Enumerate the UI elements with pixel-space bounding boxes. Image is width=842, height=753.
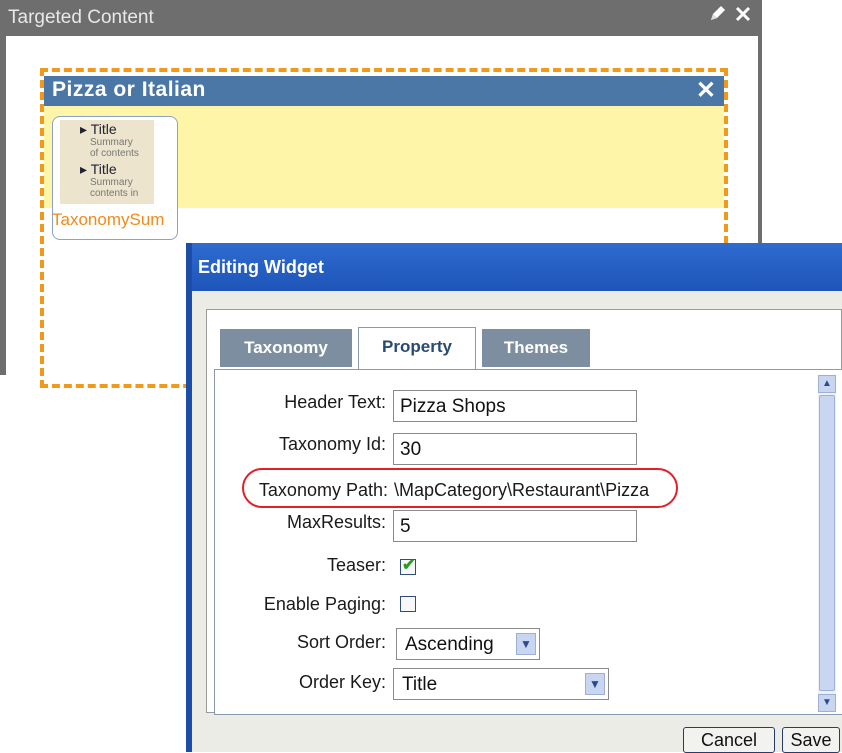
edit-icon[interactable] bbox=[708, 0, 728, 36]
header-text-field[interactable]: Pizza Shops bbox=[393, 390, 637, 422]
sort-order-value: Ascending bbox=[405, 634, 494, 655]
vertical-scrollbar[interactable]: ▲ ▼ bbox=[818, 375, 836, 712]
scroll-down-icon[interactable]: ▼ bbox=[818, 694, 836, 712]
widget-title: Pizza or Italian bbox=[52, 78, 206, 101]
taxonomy-path-highlight bbox=[242, 468, 678, 508]
max-results-field[interactable]: 5 bbox=[393, 510, 637, 542]
thumbnail-label: TaxonomySum bbox=[52, 210, 165, 229]
sort-order-select[interactable]: Ascending ▼ bbox=[396, 628, 540, 660]
save-button[interactable]: Save bbox=[782, 727, 840, 753]
header-text-label: Header Text: bbox=[284, 392, 386, 412]
tab-themes[interactable]: Themes bbox=[482, 329, 590, 367]
tab-taxonomy[interactable]: Taxonomy bbox=[220, 329, 352, 367]
taxonomy-id-field[interactable]: 30 bbox=[393, 433, 637, 465]
widget-close-icon[interactable]: ✕ bbox=[696, 76, 716, 105]
widget-header: Pizza or Italian ✕ bbox=[44, 76, 724, 106]
dialog-title: Editing Widget bbox=[198, 257, 324, 277]
tab-property[interactable]: Property bbox=[358, 327, 476, 369]
taxonomy-id-label: Taxonomy Id: bbox=[278, 434, 386, 454]
sort-order-label: Sort Order: bbox=[296, 632, 386, 652]
chevron-down-icon[interactable]: ▼ bbox=[585, 673, 605, 695]
cancel-button[interactable]: Cancel bbox=[683, 727, 775, 753]
teaser-checkbox[interactable]: ✔ bbox=[400, 557, 416, 575]
close-icon[interactable] bbox=[734, 0, 752, 36]
targeted-content-titlebar: Targeted Content bbox=[0, 0, 762, 36]
titlebar-icons bbox=[708, 0, 752, 36]
panel-left-border bbox=[0, 36, 6, 375]
check-icon: ✔ bbox=[402, 557, 416, 574]
dialog-titlebar[interactable]: Editing Widget bbox=[192, 243, 842, 291]
enable-paging-checkbox[interactable] bbox=[400, 596, 416, 612]
scrollbar-thumb[interactable] bbox=[819, 395, 835, 691]
targeted-content-title: Targeted Content bbox=[8, 7, 154, 28]
scroll-up-icon[interactable]: ▲ bbox=[818, 375, 836, 393]
order-key-select[interactable]: Title ▼ bbox=[393, 668, 609, 700]
order-key-label: Order Key: bbox=[298, 672, 386, 692]
thumbnail-item: ▸ Title Summary of contents bbox=[80, 121, 139, 159]
teaser-label: Teaser: bbox=[326, 555, 386, 575]
max-results-label: MaxResults: bbox=[286, 512, 386, 532]
chevron-down-icon[interactable]: ▼ bbox=[516, 633, 536, 655]
enable-paging-label: Enable Paging: bbox=[263, 594, 386, 614]
order-key-value: Title bbox=[402, 674, 438, 695]
thumbnail-item: ▸ Title Summary contents in bbox=[80, 161, 139, 199]
